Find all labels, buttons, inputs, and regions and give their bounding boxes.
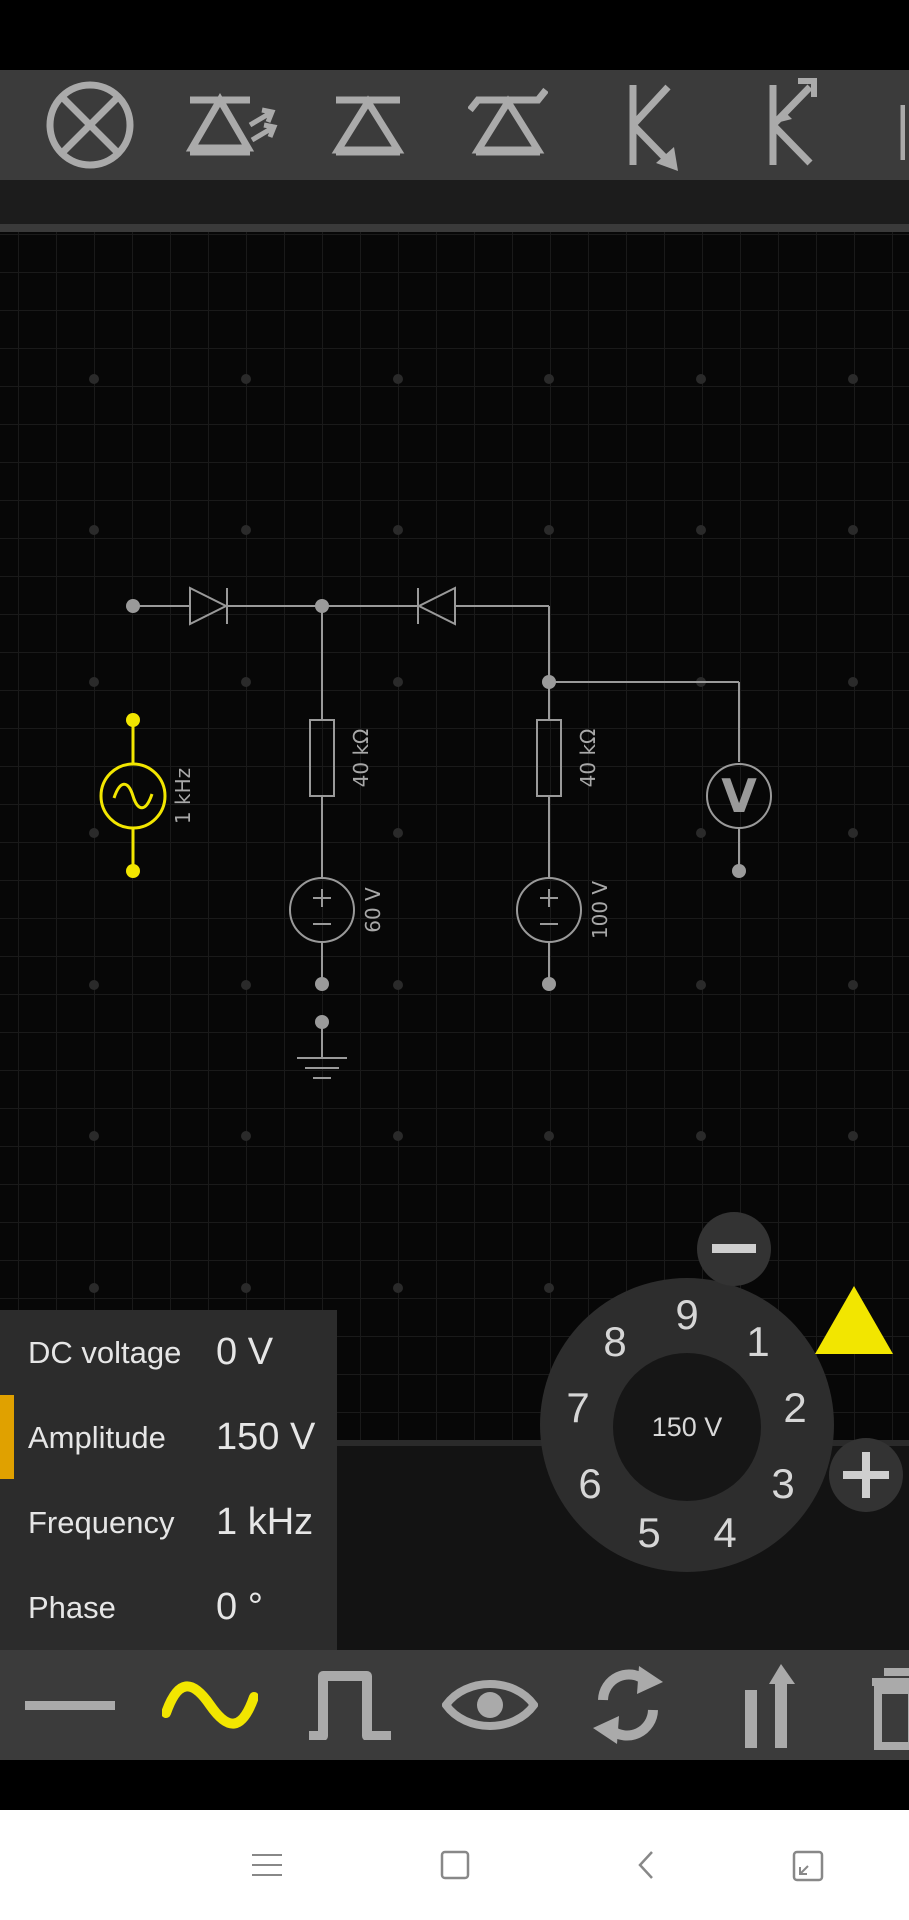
dial-number-9[interactable]: 9 [662, 1291, 712, 1339]
dial-number-4[interactable]: 4 [700, 1509, 750, 1557]
property-value: 150 V [216, 1416, 316, 1458]
decrement-button[interactable] [697, 1212, 771, 1286]
system-navigation-bar [0, 1810, 909, 1920]
property-row-dc-voltage[interactable]: DC voltage 0 V [0, 1310, 337, 1395]
source-frequency-label: 1 kHz [171, 768, 195, 824]
ac-source[interactable] [99, 720, 167, 870]
resistor-1-label: 40 kΩ [349, 729, 373, 788]
property-label: Frequency [28, 1504, 175, 1540]
dial-number-5[interactable]: 5 [624, 1509, 674, 1557]
voltmeter-symbol: V [721, 769, 757, 823]
dial-number-2[interactable]: 2 [770, 1384, 820, 1432]
property-value: 1 kHz [216, 1501, 314, 1543]
menu-icon[interactable] [252, 1852, 282, 1878]
property-row-frequency[interactable]: Frequency 1 kHz [0, 1480, 337, 1565]
battery-2-label: 100 V [588, 881, 612, 940]
plus-icon [843, 1452, 889, 1498]
resistor-2 [536, 719, 562, 797]
flip-icon[interactable] [716, 1650, 816, 1760]
back-icon[interactable] [636, 1850, 656, 1880]
property-label: DC voltage [28, 1334, 182, 1370]
property-value: 0 V [216, 1331, 274, 1373]
resistor-1 [309, 719, 335, 797]
grid-dots [89, 374, 858, 1293]
selected-row-indicator [0, 1395, 14, 1479]
dial-number-3[interactable]: 3 [758, 1460, 808, 1508]
dial-number-8[interactable]: 8 [590, 1318, 640, 1366]
dial-value: 150 V [613, 1353, 761, 1501]
increment-button[interactable] [829, 1438, 903, 1512]
diode-2 [416, 586, 456, 626]
battery-1-label: 60 V [361, 887, 385, 933]
spacer [0, 1760, 909, 1810]
resistor-2-label: 40 kΩ [576, 729, 600, 788]
rotate-icon[interactable] [578, 1650, 678, 1760]
property-label: Phase [28, 1589, 116, 1625]
properties-panel: DC voltage 0 V Amplitude 150 V Frequency… [0, 1310, 337, 1650]
action-toolbar [0, 1650, 909, 1760]
dial-number-1[interactable]: 1 [733, 1318, 783, 1366]
fullscreen-icon[interactable] [792, 1850, 824, 1882]
property-row-phase[interactable]: Phase 0 ° [0, 1565, 337, 1650]
diode-1 [189, 586, 229, 626]
sine-wave-icon[interactable] [160, 1650, 260, 1760]
square-wave-icon[interactable] [300, 1650, 400, 1760]
trash-icon[interactable] [866, 1650, 909, 1760]
battery-2 [516, 877, 582, 943]
home-icon[interactable] [440, 1850, 470, 1880]
dial-number-6[interactable]: 6 [565, 1460, 615, 1508]
property-row-amplitude[interactable]: Amplitude 150 V [0, 1395, 337, 1480]
dc-line-icon[interactable] [20, 1650, 120, 1760]
warning-triangle-icon [815, 1286, 893, 1354]
minus-icon [712, 1244, 756, 1253]
dial-number-7[interactable]: 7 [553, 1384, 603, 1432]
property-value: 0 ° [216, 1586, 263, 1628]
eye-icon[interactable] [440, 1650, 540, 1760]
property-label: Amplitude [28, 1419, 166, 1455]
battery-1 [289, 877, 355, 943]
